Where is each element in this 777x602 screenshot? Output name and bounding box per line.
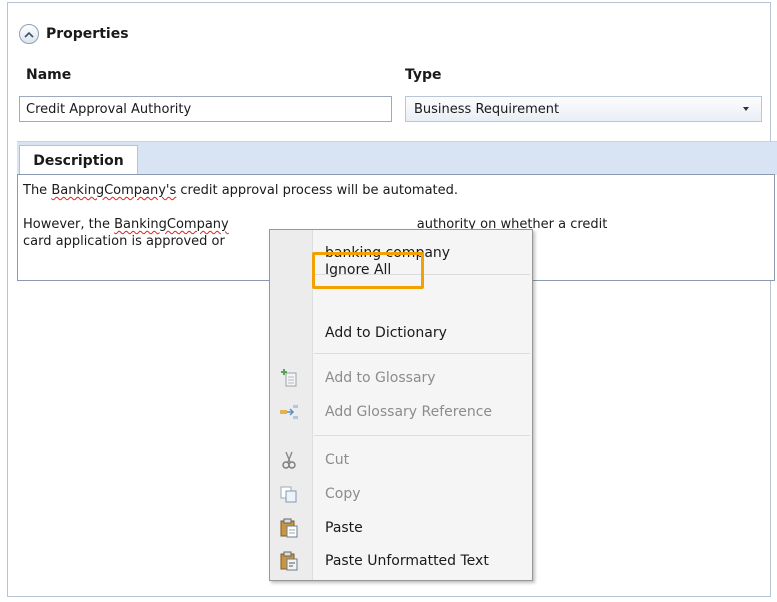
name-input[interactable]: [19, 96, 392, 122]
misspelled-word[interactable]: BankingCompany's: [51, 183, 176, 198]
add-to-glossary-icon: [279, 368, 299, 388]
menu-item-ignore-all[interactable]: Ignore All: [270, 257, 532, 283]
editor-text: credit approval process will be automate…: [176, 183, 459, 198]
dropdown-caret-icon: [743, 107, 749, 111]
misspelled-word[interactable]: BankingCompany: [114, 217, 229, 232]
tab-description[interactable]: Description: [19, 145, 138, 175]
editor-line: The BankingCompany's credit approval pro…: [23, 183, 459, 198]
glossary-reference-icon: [279, 402, 299, 422]
menu-item-add-to-glossary[interactable]: Add to Glossary: [270, 365, 532, 391]
collapse-button[interactable]: [19, 24, 39, 44]
chevron-up-icon: [24, 31, 34, 38]
type-dropdown[interactable]: Business Requirement: [405, 96, 762, 122]
properties-header: Properties: [19, 24, 129, 44]
type-dropdown-value: Business Requirement: [414, 101, 560, 117]
menu-item-add-to-dictionary[interactable]: Add to Dictionary: [270, 320, 532, 346]
properties-title: Properties: [46, 26, 129, 42]
menu-item-paste-unformatted[interactable]: Paste Unformatted Text: [270, 548, 532, 574]
name-label: Name: [26, 67, 72, 83]
menu-item-add-glossary-reference[interactable]: Add Glossary Reference: [270, 399, 532, 425]
menu-item-paste[interactable]: Paste: [270, 515, 532, 541]
copy-icon: [279, 484, 299, 504]
spellcheck-context-menu: banking company Ignore All Add to Dictio…: [269, 229, 533, 581]
menu-separator: [314, 353, 530, 354]
paste-icon: [279, 518, 299, 538]
paste-unformatted-icon: [279, 551, 299, 571]
menu-item-cut[interactable]: Cut: [270, 447, 532, 473]
menu-separator: [314, 435, 530, 436]
type-label: Type: [405, 67, 442, 83]
tab-bar: Description: [17, 141, 777, 175]
scissors-icon: [279, 450, 299, 470]
menu-item-copy[interactable]: Copy: [270, 481, 532, 507]
editor-text: However, the: [23, 217, 115, 232]
